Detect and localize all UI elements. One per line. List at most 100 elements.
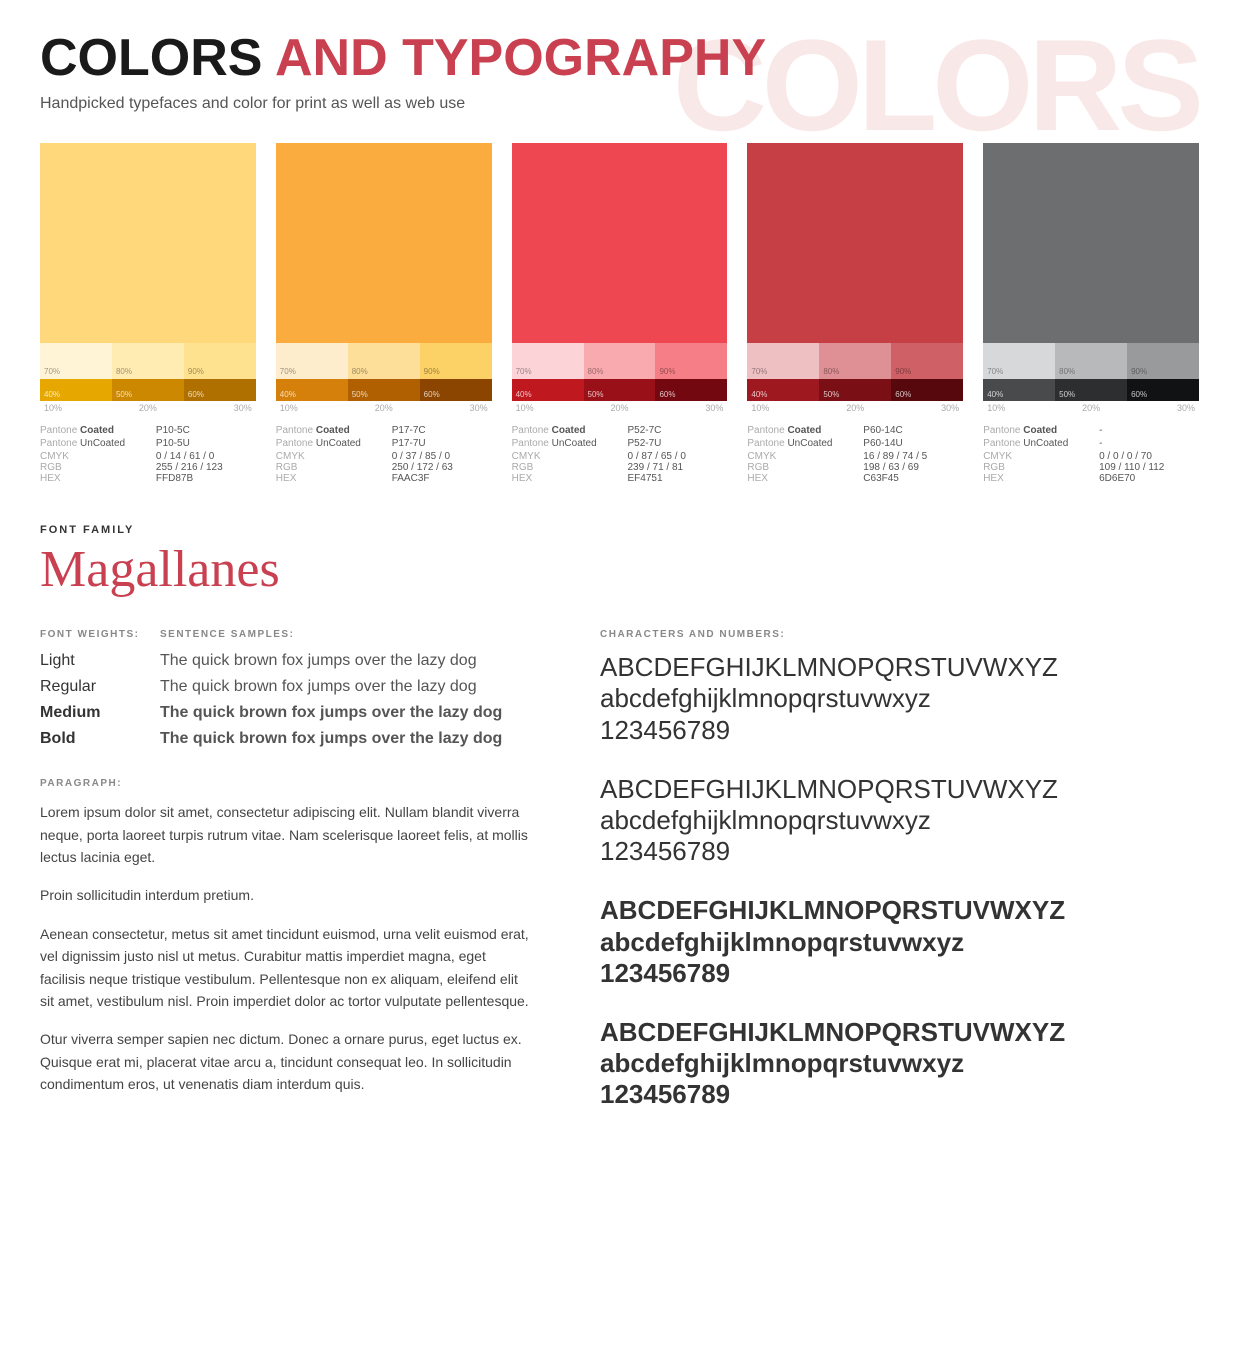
shade-50: 50% — [348, 379, 420, 401]
tint-70: 70% — [276, 343, 348, 379]
weights-label: FONT WEIGHTS: — [40, 629, 160, 640]
title-black: COLORS — [40, 29, 262, 87]
shade-strip-orange: 40% 50% 60% — [276, 379, 492, 401]
font-family-label: FONT FAMILY — [40, 524, 1199, 536]
swatch-main-red — [512, 143, 728, 343]
shade-50: 50% — [112, 379, 184, 401]
tint-90: 90% — [655, 343, 727, 379]
shade-strip-red: 40% 50% 60% — [512, 379, 728, 401]
paragraph-section: PARAGRAPH: Lorem ipsum dolor sit amet, c… — [40, 778, 540, 1095]
swatch-info-dark-red: Pantone Coated Pantone UnCoated CMYK RGB… — [747, 425, 963, 484]
tint-90: 90% — [184, 343, 256, 379]
chars-group-regular: ABCDEFGHIJKLMNOPQRSTUVWXYZ abcdefghijklm… — [600, 774, 1199, 868]
chars-label: CHARACTERS AND NUMBERS: — [600, 629, 1199, 640]
font-left: FONT WEIGHTS: SENTENCE SAMPLES: Light Th… — [40, 629, 540, 1138]
tint-strip-red: 70% 80% 90% — [512, 343, 728, 379]
row-percents-red: 10%20%30% — [512, 401, 728, 415]
font-family-name: Magallanes — [40, 540, 1199, 599]
row-percents-dark-red: 10%20%30% — [747, 401, 963, 415]
swatch-info-orange: Pantone Coated Pantone UnCoated CMYK RGB… — [276, 425, 492, 484]
sentence-label: SENTENCE SAMPLES: — [160, 629, 540, 640]
tint-80: 80% — [819, 343, 891, 379]
weight-row-light: Light The quick brown fox jumps over the… — [40, 652, 540, 670]
chars-uppercase-bold: ABCDEFGHIJKLMNOPQRSTUVWXYZ — [600, 1017, 1199, 1048]
shade-strip-yellow: 40% 50% 60% — [40, 379, 256, 401]
shade-60: 60% — [1127, 379, 1199, 401]
tint-80: 80% — [112, 343, 184, 379]
paragraph-1: Lorem ipsum dolor sit amet, consectetur … — [40, 801, 530, 868]
title-red: AND TYPOGRAPHY — [275, 29, 766, 87]
info-col-left: Pantone Coated Pantone UnCoated CMYK RGB… — [40, 425, 140, 484]
chars-lowercase-medium: abcdefghijklmnopqrstuvwxyz — [600, 927, 1199, 958]
chars-numbers-regular: 123456789 — [600, 836, 1199, 867]
tint-90: 90% — [891, 343, 963, 379]
row-percents-gray: 10%20%30% — [983, 401, 1199, 415]
chars-lowercase-regular: abcdefghijklmnopqrstuvwxyz — [600, 805, 1199, 836]
shade-40: 40% — [512, 379, 584, 401]
chars-group-light: ABCDEFGHIJKLMNOPQRSTUVWXYZ abcdefghijklm… — [600, 652, 1199, 746]
chars-numbers-medium: 123456789 — [600, 958, 1199, 989]
font-content: FONT WEIGHTS: SENTENCE SAMPLES: Light Th… — [40, 629, 1199, 1138]
tint-70: 70% — [983, 343, 1055, 379]
swatch-info-gray: Pantone Coated Pantone UnCoated CMYK RGB… — [983, 425, 1199, 484]
chars-lowercase-bold: abcdefghijklmnopqrstuvwxyz — [600, 1048, 1199, 1079]
weight-name-bold: Bold — [40, 730, 160, 748]
shade-50: 50% — [819, 379, 891, 401]
chars-numbers-light: 123456789 — [600, 715, 1199, 746]
weight-name-regular: Regular — [40, 678, 160, 696]
font-weights: FONT WEIGHTS: SENTENCE SAMPLES: Light Th… — [40, 629, 540, 748]
weight-sample-bold: The quick brown fox jumps over the lazy … — [160, 730, 502, 748]
tint-70: 70% — [40, 343, 112, 379]
shade-60: 60% — [655, 379, 727, 401]
weight-sample-medium: The quick brown fox jumps over the lazy … — [160, 704, 502, 722]
paragraph-4: Otur viverra semper sapien nec dictum. D… — [40, 1028, 530, 1095]
shade-50: 50% — [1055, 379, 1127, 401]
shade-strip-gray: 40% 50% 60% — [983, 379, 1199, 401]
weight-name-light: Light — [40, 652, 160, 670]
chars-uppercase-regular: ABCDEFGHIJKLMNOPQRSTUVWXYZ — [600, 774, 1199, 805]
tint-80: 80% — [348, 343, 420, 379]
swatch-info-yellow: Pantone Coated Pantone UnCoated CMYK RGB… — [40, 425, 256, 484]
tint-80: 80% — [584, 343, 656, 379]
swatch-main-orange — [276, 143, 492, 343]
swatch-yellow: 70% 80% 90% 40% 50% 60% 10%20%30% Panton… — [40, 143, 256, 484]
row-percents-orange: 10%20%30% — [276, 401, 492, 415]
swatch-main-gray — [983, 143, 1199, 343]
swatch-orange: 70% 80% 90% 40% 50% 60% 10%20%30% Panton… — [276, 143, 492, 484]
tint-strip-gray: 70% 80% 90% — [983, 343, 1199, 379]
shade-40: 40% — [40, 379, 112, 401]
font-section: FONT FAMILY Magallanes FONT WEIGHTS: SEN… — [40, 524, 1199, 1138]
chars-uppercase-light: ABCDEFGHIJKLMNOPQRSTUVWXYZ — [600, 652, 1199, 683]
chars-group-medium: ABCDEFGHIJKLMNOPQRSTUVWXYZ abcdefghijklm… — [600, 895, 1199, 989]
chars-lowercase-light: abcdefghijklmnopqrstuvwxyz — [600, 683, 1199, 714]
shade-40: 40% — [276, 379, 348, 401]
swatch-dark-red: 70% 80% 90% 40% 50% 60% 10%20%30% Panton… — [747, 143, 963, 484]
tint-70: 70% — [512, 343, 584, 379]
shade-40: 40% — [747, 379, 819, 401]
tint-90: 90% — [1127, 343, 1199, 379]
chars-group-bold: ABCDEFGHIJKLMNOPQRSTUVWXYZ abcdefghijklm… — [600, 1017, 1199, 1111]
page-title: COLORS AND TYPOGRAPHY — [40, 30, 1199, 87]
weight-row-bold: Bold The quick brown fox jumps over the … — [40, 730, 540, 748]
swatch-main-dark-red — [747, 143, 963, 343]
info-col-right: P10-5C P10-5U 0 / 14 / 61 / 0 255 / 216 … — [156, 425, 256, 484]
swatch-gray: 70% 80% 90% 40% 50% 60% 10%20%30% Panton… — [983, 143, 1199, 484]
swatch-main-yellow — [40, 143, 256, 343]
tint-70: 70% — [747, 343, 819, 379]
weight-name-medium: Medium — [40, 704, 160, 722]
chars-numbers-bold: 123456789 — [600, 1079, 1199, 1110]
paragraph-3: Aenean consectetur, metus sit amet tinci… — [40, 923, 530, 1013]
page-header: COLORS COLORS AND TYPOGRAPHY Handpicked … — [40, 30, 1199, 113]
shade-50: 50% — [584, 379, 656, 401]
swatches-container: 70% 80% 90% 40% 50% 60% 10%20%30% Panton… — [40, 143, 1199, 484]
tint-strip-yellow: 70% 80% 90% — [40, 343, 256, 379]
font-right: CHARACTERS AND NUMBERS: ABCDEFGHIJKLMNOP… — [600, 629, 1199, 1138]
shade-60: 60% — [891, 379, 963, 401]
swatch-red: 70% 80% 90% 40% 50% 60% 10%20%30% Panton… — [512, 143, 728, 484]
shade-strip-dark-red: 40% 50% 60% — [747, 379, 963, 401]
weight-row-regular: Regular The quick brown fox jumps over t… — [40, 678, 540, 696]
paragraph-label: PARAGRAPH: — [40, 778, 540, 789]
shade-60: 60% — [420, 379, 492, 401]
weight-sample-light: The quick brown fox jumps over the lazy … — [160, 652, 477, 670]
paragraph-2: Proin sollicitudin interdum pretium. — [40, 884, 530, 906]
